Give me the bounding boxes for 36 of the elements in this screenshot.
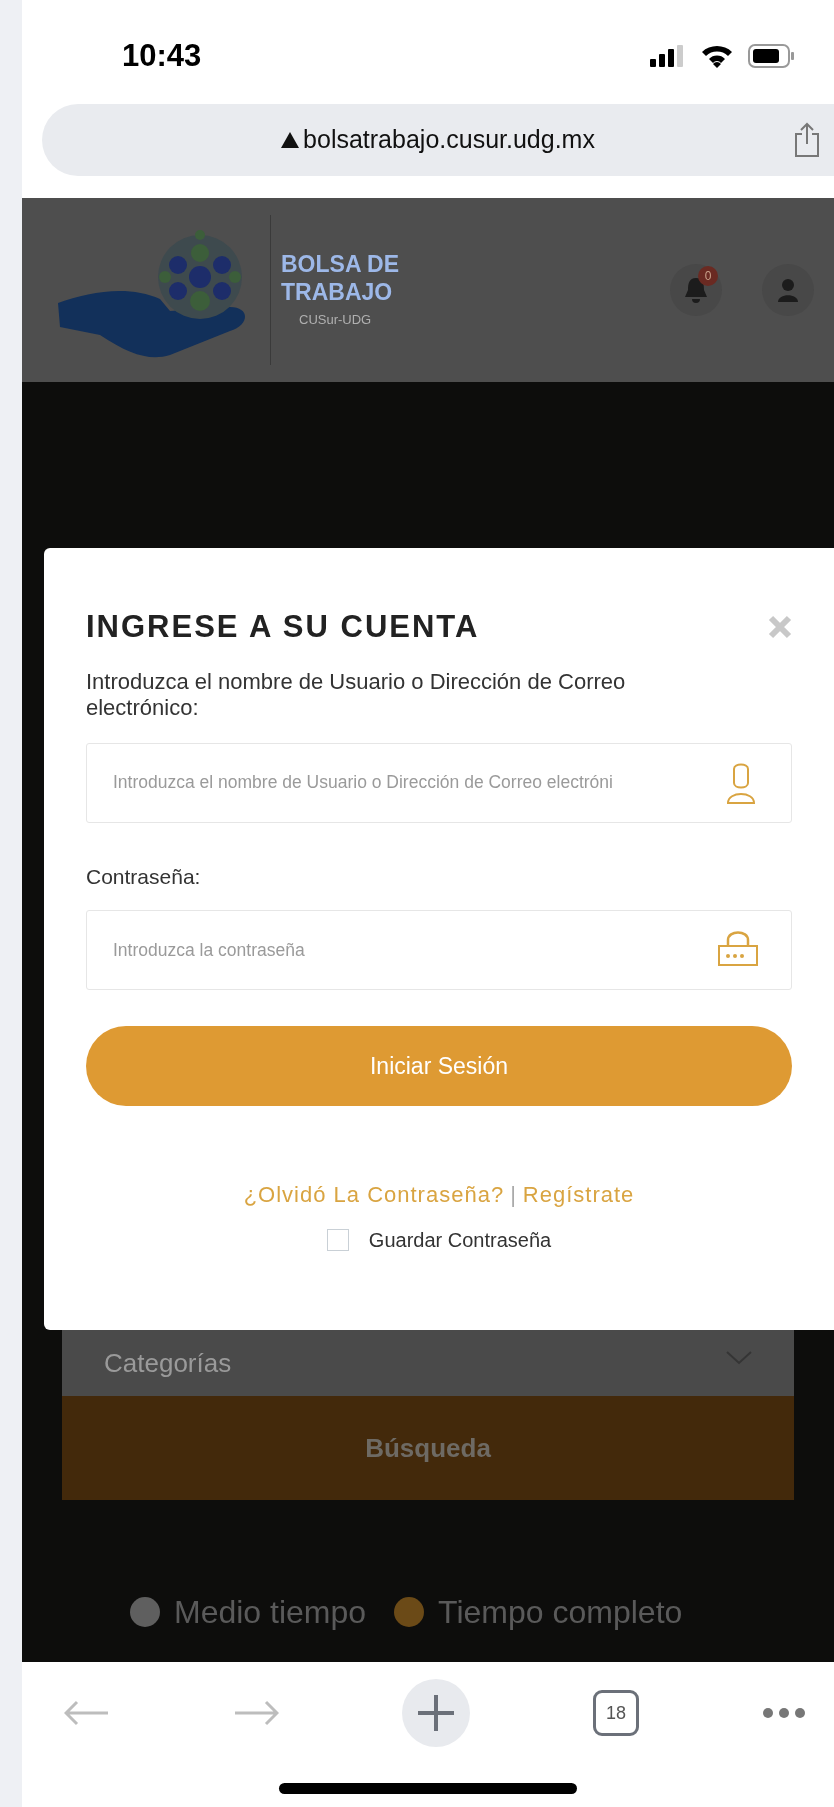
remember-checkbox[interactable]	[326, 1229, 349, 1251]
back-arrow-icon[interactable]	[64, 1700, 110, 1726]
plus-icon	[418, 1695, 454, 1731]
register-link[interactable]: Regístrate	[522, 1178, 635, 1211]
user-icon	[778, 278, 798, 302]
link-separator: |	[510, 1181, 517, 1209]
status-time: 10:43	[122, 36, 202, 75]
password-field[interactable]: Introduzca la contraseña	[86, 910, 792, 990]
close-icon[interactable]	[768, 615, 792, 640]
signal-icon	[650, 45, 686, 67]
notification-button[interactable]: 0	[670, 264, 722, 316]
legend-label: Medio tiempo	[174, 1593, 367, 1632]
user-button[interactable]	[762, 264, 814, 316]
username-field[interactable]: Introduzca el nombre de Usuario o Dirección de Correo electróni	[86, 742, 792, 823]
address-bar[interactable]: bolsatrabajo.cusur.udg.mx	[42, 104, 834, 176]
padlock-icon	[718, 930, 758, 966]
legend-label: Tiempo completo	[438, 1593, 683, 1632]
search-button[interactable]: Búsqueda	[62, 1396, 794, 1500]
logo-subtitle: CUSur-UDG	[298, 311, 373, 330]
more-icon[interactable]	[762, 1707, 806, 1719]
share-icon[interactable]	[794, 122, 820, 158]
forgot-password-link[interactable]: ¿Olvidó La Contraseña?	[243, 1178, 505, 1211]
password-label: Contraseña:	[86, 863, 202, 890]
url-text: bolsatrabajo.cusur.udg.mx	[303, 124, 595, 156]
notification-badge: 0	[698, 266, 718, 286]
login-button[interactable]: Iniciar Sesión	[86, 1026, 792, 1106]
logo-title: BOLSA DE TRABAJO	[281, 250, 400, 307]
user-outline-icon	[726, 762, 756, 805]
wifi-icon	[700, 44, 734, 68]
tab-count-button[interactable]: 18	[593, 1690, 639, 1736]
battery-icon	[748, 44, 794, 68]
username-label: Introduzca el nombre de Usuario o Dirección de Correo electrónico:	[86, 668, 627, 721]
modal-title: INGRESE A SU CUENTA	[86, 608, 480, 646]
forward-arrow-icon[interactable]	[233, 1700, 279, 1726]
remember-label: Guardar Contraseña	[368, 1228, 552, 1253]
warning-icon	[281, 132, 300, 148]
